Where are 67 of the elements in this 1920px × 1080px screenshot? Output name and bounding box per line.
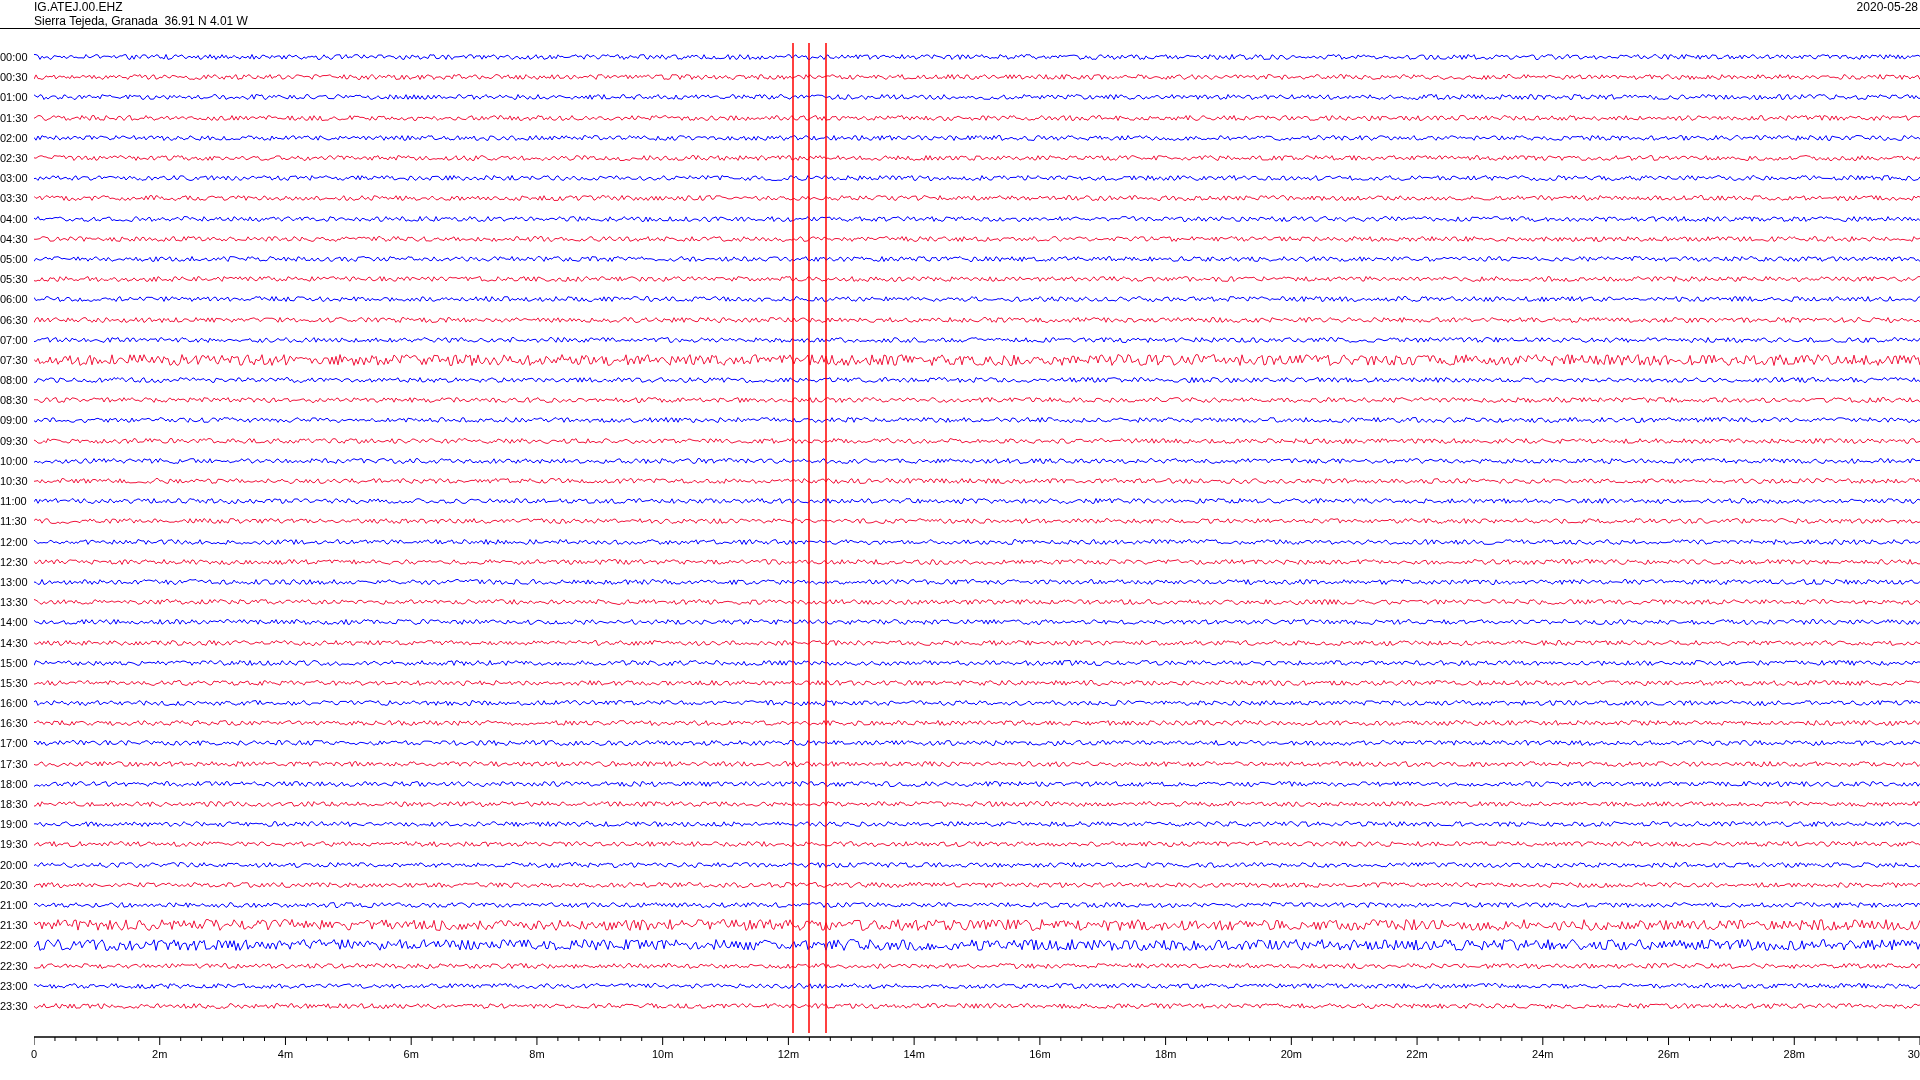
time-label: 15:30 [0, 676, 29, 689]
time-label: 20:30 [0, 878, 29, 891]
axis-tick-label: 30 [1907, 1048, 1920, 1060]
time-label: 11:00 [0, 495, 28, 508]
time-label: 01:00 [0, 91, 29, 104]
axis-tick-label: 18m [1154, 1048, 1177, 1060]
time-label: 21:00 [0, 898, 29, 911]
time-label: 06:00 [0, 293, 29, 306]
station-code: IG.ATEJ.00.EHZ [34, 0, 124, 14]
time-label: 20:00 [0, 858, 29, 871]
time-label: 09:30 [0, 434, 29, 447]
station-location: Sierra Tejeda, Granada 36.91 N 4.01 W [34, 14, 248, 28]
axis-tick-label: 12m [777, 1048, 800, 1060]
time-label: 23:30 [0, 999, 29, 1012]
time-label: 12:30 [0, 555, 29, 568]
time-label: 15:00 [0, 656, 29, 669]
axis-tick-label: 20m [1280, 1048, 1303, 1060]
time-label: 00:30 [0, 71, 29, 84]
time-label: 07:30 [0, 353, 29, 366]
axis-tick-label: 4m [277, 1048, 294, 1060]
time-label: 16:00 [0, 697, 29, 710]
time-label: 22:30 [0, 959, 29, 972]
time-label: 04:00 [0, 212, 29, 225]
time-label: 18:00 [0, 777, 29, 790]
time-label: 06:30 [0, 313, 29, 326]
time-label: 08:30 [0, 394, 29, 407]
time-label: 05:00 [0, 252, 29, 265]
time-label: 01:30 [0, 111, 29, 124]
time-label: 16:30 [0, 717, 29, 730]
time-label: 09:00 [0, 414, 29, 427]
time-label: 07:00 [0, 333, 29, 346]
time-label: 03:30 [0, 192, 29, 205]
axis-tick-label: 16m [1029, 1048, 1051, 1060]
axis-tick-label: 28m [1783, 1048, 1805, 1060]
axis-tick-label: 2m [152, 1048, 168, 1060]
axis-tick-label: 14m [903, 1048, 925, 1060]
time-label: 17:00 [0, 737, 29, 750]
time-label: 19:00 [0, 818, 29, 831]
time-label: 08:00 [0, 374, 29, 387]
axis-tick-label: 26m [1657, 1048, 1680, 1060]
time-label: 02:30 [0, 152, 29, 165]
time-label: 14:30 [0, 636, 29, 649]
time-label: 10:30 [0, 475, 29, 488]
axis-tick-label: 6m [403, 1048, 419, 1060]
time-label: 18:30 [0, 798, 29, 811]
time-label: 04:30 [0, 232, 29, 245]
time-label: 11:30 [0, 515, 28, 528]
date-label: 2020-05-28 [1856, 0, 1918, 14]
time-label: 05:30 [0, 273, 29, 286]
time-label: 03:00 [0, 172, 29, 185]
time-label: 14:00 [0, 616, 29, 629]
time-label: 13:00 [0, 575, 29, 588]
time-label: 21:30 [0, 919, 29, 932]
time-label: 23:00 [0, 979, 29, 992]
time-label: 17:30 [0, 757, 29, 770]
time-label: 00:00 [0, 51, 29, 64]
axis-tick-label: 10m [651, 1048, 674, 1060]
axis-tick-label: 22m [1406, 1048, 1428, 1060]
axis-tick-label: 24m [1532, 1048, 1554, 1060]
time-label: 10:00 [0, 454, 29, 467]
time-label: 19:30 [0, 838, 29, 851]
axis-tick-label: 0 [30, 1048, 38, 1060]
time-label: 12:00 [0, 535, 29, 548]
time-label: 02:00 [0, 131, 29, 144]
axis-tick-label: 8m [529, 1048, 545, 1060]
time-label: 22:00 [0, 939, 29, 952]
time-label: 13:30 [0, 596, 29, 609]
